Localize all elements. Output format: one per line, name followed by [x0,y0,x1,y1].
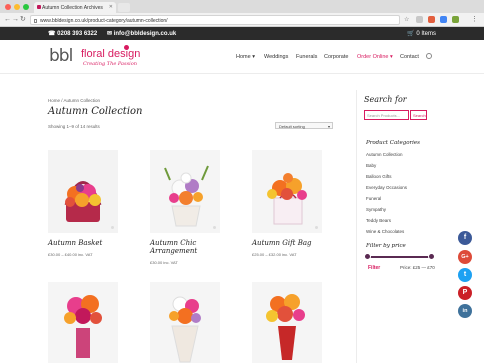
price-slider-max-handle[interactable] [428,253,435,260]
sidebar-divider [356,90,357,363]
extension-icon[interactable] [428,16,435,23]
search-heading: Search for [364,95,407,104]
favicon-icon [37,5,41,9]
category-link[interactable]: Autumn Collection [366,152,403,157]
nav-corporate[interactable]: Corporate [324,54,348,60]
logo-bbl: bbl [49,46,73,66]
nav-contact[interactable]: Contact [400,54,419,60]
product-name[interactable]: Autumn Basket [48,239,128,247]
zoom-icon[interactable] [111,226,114,229]
nav-home[interactable]: Home ▾ [236,54,255,60]
extension-icon[interactable] [440,16,447,23]
flower-vase-image [48,282,118,363]
forward-icon[interactable]: → [12,16,19,24]
page-title: Autumn Collection [48,106,143,117]
categories-heading: Product Categories [366,140,420,146]
email-link[interactable]: ✉ info@bbldesign.co.uk [107,30,176,37]
facebook-icon[interactable]: f [458,231,472,245]
maximize-window-button[interactable] [23,4,29,10]
product-price: £30.00 inc. VAT [150,260,178,265]
page-info-icon[interactable] [34,19,37,23]
cart-link[interactable]: 🛒 0 Items [407,30,436,37]
pinterest-icon[interactable]: P [458,286,472,300]
product-name[interactable]: Autumn Gift Bag [252,239,332,247]
twitter-icon[interactable]: t [458,268,472,282]
price-range-text: Price: £25 — £70 [400,265,435,270]
breadcrumb: Home / Autumn Collection [48,98,101,103]
flower-gift-bag-image [252,150,322,233]
category-link[interactable]: Sympathy [366,207,386,212]
flower-basket-image [48,150,118,233]
bookmark-star-icon[interactable]: ☆ [404,16,409,24]
search-button[interactable]: Search [410,110,427,120]
product-price: £30.00 – £40.00 inc. VAT [48,252,93,257]
reload-icon[interactable]: ↻ [20,16,26,24]
product-image[interactable] [48,282,118,363]
category-link[interactable]: Wine & Chocolates [366,229,404,234]
address-toolbar: ← → ↻ www.bbldesign.co.uk/product-catego… [0,13,484,27]
category-link[interactable]: Teddy Bears [366,218,391,223]
browser-window: Autumn Collection Archives ✕ ← → ↻ www.b… [0,0,484,363]
nav-funerals[interactable]: Funerals [296,54,317,60]
browser-tabbar: Autumn Collection Archives ✕ [0,0,484,13]
browser-tab[interactable]: Autumn Collection Archives ✕ [34,2,116,13]
flower-icon [124,45,129,50]
price-slider-min-handle[interactable] [364,253,371,260]
phone-number[interactable]: ☎ 0208 393 6322 [48,30,97,37]
logo-name: floral design [81,48,141,60]
flower-arrangement-image [150,150,220,233]
result-count: Showing 1–9 of 14 results [48,124,100,129]
site-topbar: ☎ 0208 393 6322 ✉ info@bbldesign.co.uk 🛒… [0,27,484,40]
filter-heading: Filter by price [366,243,406,249]
chevron-down-icon: ▾ [327,124,330,129]
extension-icon[interactable] [452,16,459,23]
logo-tagline: Creating The Passion [83,61,137,67]
product-price: £25.00 – £32.00 inc. VAT [252,252,297,257]
search-icon[interactable] [426,53,432,59]
flower-bouquet-image [150,282,220,363]
back-icon[interactable]: ← [4,16,11,24]
nav-weddings[interactable]: Weddings [264,54,288,60]
browser-menu-icon[interactable]: ⋮ [471,16,478,24]
product-image-autumn-gift-bag[interactable] [252,150,322,233]
category-link[interactable]: Everyday Occasions [366,185,407,190]
category-link[interactable]: Balloon Gifts [366,174,392,179]
product-image[interactable] [252,282,322,363]
nav-order-online[interactable]: Order Online ▾ [357,54,393,60]
zoom-icon[interactable] [315,226,318,229]
product-image[interactable] [150,282,220,363]
minimize-window-button[interactable] [14,4,20,10]
url-field[interactable]: www.bbldesign.co.uk/product-category/aut… [30,15,400,25]
new-tab-button[interactable] [118,3,130,12]
zoom-icon[interactable] [213,226,216,229]
tab-title: Autumn Collection Archives [42,5,103,11]
site-header: bbl floral design Creating The Passion H… [0,40,484,74]
search-placeholder: Search Products... [367,113,400,118]
category-link[interactable]: Funeral [366,196,381,201]
sort-select[interactable]: Default sorting ▾ [275,122,333,129]
close-tab-icon[interactable]: ✕ [109,4,113,10]
url-text: www.bbldesign.co.uk/product-category/aut… [40,18,168,24]
filter-button[interactable]: Filter [368,265,380,271]
search-input[interactable]: Search Products... [364,110,409,120]
instagram-icon[interactable]: in [458,304,472,318]
sort-value: Default sorting [279,124,305,129]
extension-icon[interactable] [416,16,423,23]
close-window-button[interactable] [5,4,11,10]
google-plus-icon[interactable]: G+ [458,250,472,264]
category-link[interactable]: Baby [366,163,376,168]
product-image-autumn-chic[interactable] [150,150,220,233]
product-name[interactable]: Autumn Chic Arrangement [150,239,220,255]
flower-vase-image [252,282,322,363]
price-slider-track[interactable] [367,256,431,258]
product-image-autumn-basket[interactable] [48,150,118,233]
